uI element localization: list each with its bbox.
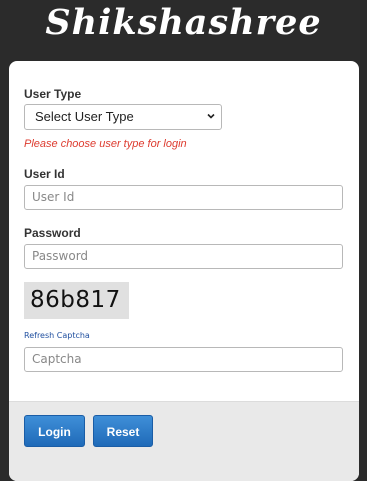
user-type-label: User Type	[24, 87, 82, 101]
user-type-select[interactable]: Select User Type	[24, 104, 222, 130]
login-form: User Type Select User Type Please choose…	[9, 61, 359, 401]
password-label: Password	[24, 226, 81, 240]
captcha-input[interactable]: Captcha	[24, 347, 343, 372]
user-type-selected-value: Select User Type	[35, 109, 134, 124]
refresh-captcha-link[interactable]: Refresh Captcha	[24, 331, 90, 340]
password-input[interactable]: Password	[24, 244, 343, 269]
user-type-error: Please choose user type for login	[24, 138, 187, 150]
captcha-placeholder: Captcha	[32, 352, 82, 366]
app-title: Shikshashree	[45, 2, 322, 43]
form-actions: Login Reset	[9, 401, 359, 481]
password-placeholder: Password	[32, 249, 89, 263]
login-card: User Type Select User Type Please choose…	[9, 61, 359, 481]
reset-button[interactable]: Reset	[93, 415, 153, 447]
chevron-down-icon	[207, 113, 215, 119]
user-id-label: User Id	[24, 167, 65, 181]
captcha-image: 86b817	[24, 282, 129, 319]
login-button[interactable]: Login	[24, 415, 85, 447]
user-id-input[interactable]: User Id	[24, 185, 343, 210]
user-id-placeholder: User Id	[32, 190, 75, 204]
